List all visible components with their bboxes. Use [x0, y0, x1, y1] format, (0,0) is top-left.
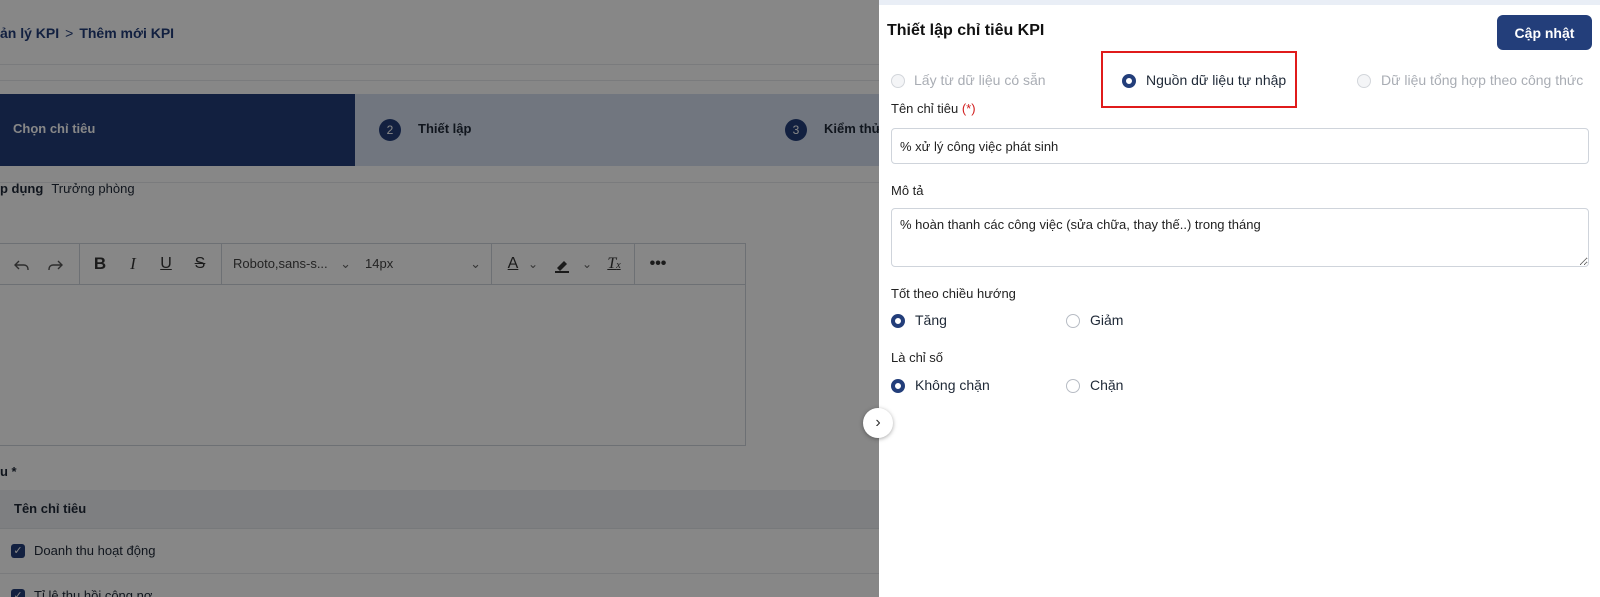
collapse-panel-button[interactable]: › [863, 408, 893, 438]
index-nonblocking-label: Không chặn [915, 377, 990, 393]
direction-increase-label: Tăng [915, 312, 947, 328]
direction-decrease-radio[interactable] [1066, 314, 1080, 328]
update-button[interactable]: Cập nhật [1497, 15, 1592, 50]
index-nonblocking-radio[interactable] [891, 379, 905, 393]
highlight-box [1101, 51, 1297, 108]
source-option-formula-label: Dữ liệu tổng hợp theo công thức [1381, 72, 1584, 88]
kpi-settings-panel: Thiết lập chỉ tiêu KPI Cập nhật Lấy từ d… [879, 5, 1600, 597]
chevron-right-icon: › [875, 414, 881, 431]
description-label: Mô tả [891, 183, 924, 198]
direction-decrease-label: Giảm [1090, 312, 1124, 328]
source-option-existing-radio[interactable] [891, 74, 905, 88]
index-type-label: Là chỉ số [891, 350, 944, 365]
direction-label: Tốt theo chiều hướng [891, 286, 1016, 301]
name-field[interactable] [891, 128, 1589, 164]
modal-overlay[interactable] [0, 0, 879, 597]
name-field-label: Tên chỉ tiêu (*) [891, 101, 976, 116]
index-blocking-radio[interactable] [1066, 379, 1080, 393]
panel-title: Thiết lập chỉ tiêu KPI [887, 22, 1045, 39]
source-option-existing-label: Lấy từ dữ liệu có sẵn [914, 72, 1046, 88]
name-field-label-text: Tên chỉ tiêu [891, 101, 959, 116]
index-blocking-label: Chặn [1090, 377, 1124, 393]
description-field[interactable]: % hoàn thanh các công việc (sửa chữa, th… [891, 208, 1589, 267]
direction-increase-radio[interactable] [891, 314, 905, 328]
source-option-formula-radio[interactable] [1357, 74, 1371, 88]
required-mark: (*) [961, 101, 976, 116]
